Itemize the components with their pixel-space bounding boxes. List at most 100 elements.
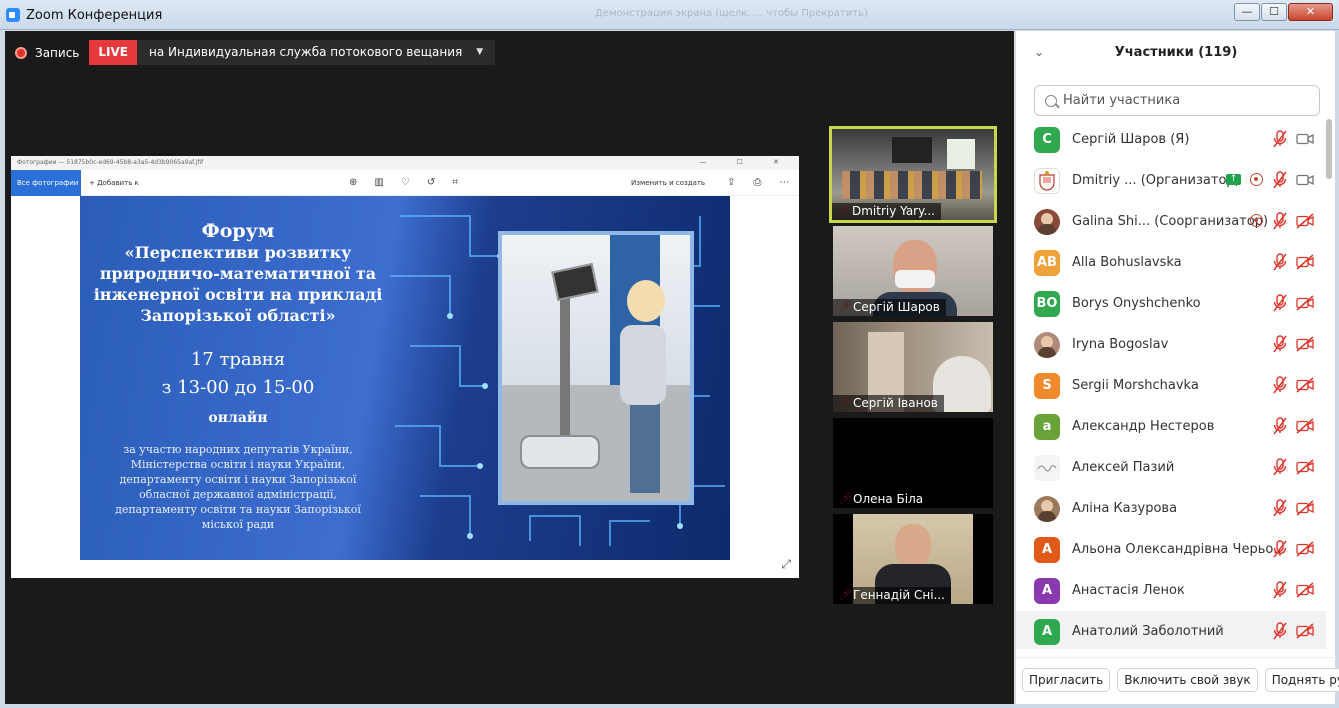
participant-name: Alla Bohuslavska	[1072, 255, 1182, 270]
video-off-icon[interactable]	[1296, 254, 1314, 270]
rotate-icon: ↺	[426, 177, 436, 188]
participant-row[interactable]: А Анастасія Ленок	[1016, 570, 1326, 611]
video-tile-name: Dmitriy Yary...	[832, 203, 941, 220]
mic-muted-icon[interactable]	[1272, 622, 1288, 640]
slide-heading: Форум	[201, 220, 275, 242]
search-input[interactable]	[1063, 93, 1303, 108]
participants-title: Участники (119)	[1114, 45, 1238, 60]
participant-row[interactable]: А Анатолий Заболотний	[1016, 611, 1326, 649]
viewer-titlebar: Фотографии — 51875b0c-ed69-45b8-a3a5-4d3…	[11, 156, 799, 170]
minimize-button[interactable]: —	[1234, 3, 1260, 21]
video-off-icon[interactable]	[1296, 459, 1314, 475]
participant-name: Алексей Пазий	[1072, 460, 1175, 475]
video-off-icon[interactable]	[1296, 500, 1314, 516]
viewer-tool-icons: ⊕ ▥ ♡ ↺ ⌗	[349, 177, 458, 188]
mic-muted-icon[interactable]	[1272, 130, 1288, 148]
participant-name: Аліна Казурова	[1072, 501, 1178, 516]
mic-muted-icon[interactable]	[1272, 335, 1288, 353]
all-photos-button: Все фотографии	[11, 170, 81, 196]
video-icon[interactable]	[1296, 131, 1314, 147]
video-off-icon[interactable]	[1296, 213, 1314, 229]
print-icon: ⎙	[753, 177, 762, 188]
window-titlebar: Zoom Конференция Демонстрация экрана (ще…	[0, 0, 1339, 30]
participant-row[interactable]: Аліна Казурова	[1016, 488, 1326, 529]
avatar: С	[1034, 127, 1060, 153]
slide-desc-line: міської ради	[201, 518, 275, 531]
avatar	[1034, 455, 1060, 481]
avatar	[1034, 168, 1060, 194]
participant-row[interactable]: BO Borys Onyshchenko	[1016, 283, 1326, 324]
expand-icon: ⤢	[781, 557, 791, 571]
recording-icon	[1250, 214, 1263, 227]
mic-muted-icon[interactable]	[1272, 499, 1288, 517]
video-off-icon[interactable]	[1296, 582, 1314, 598]
participant-row[interactable]: Iryna Bogoslav	[1016, 324, 1326, 365]
participant-name: Альона Олександрівна Черьо...	[1072, 542, 1286, 557]
participant-search[interactable]	[1034, 85, 1320, 116]
slide-topic-line: «Перспективи розвитку	[124, 243, 352, 262]
search-icon	[1045, 94, 1057, 107]
video-off-icon[interactable]	[1296, 418, 1314, 434]
maximize-button[interactable]: ☐	[1261, 3, 1287, 21]
participants-panel: ⌄ Участники (119) С Сергій Шаров (Я) Dmitr…	[1015, 31, 1339, 704]
participant-name: Анастасія Ленок	[1072, 583, 1185, 598]
unmute-button[interactable]: Включить свой звук	[1117, 668, 1258, 692]
avatar: А	[1034, 578, 1060, 604]
slide-topic-line: інженерної освіти на прикладі	[93, 285, 383, 304]
window-title: Zoom Конференция	[26, 8, 163, 23]
mic-muted-icon[interactable]	[1272, 458, 1288, 476]
record-icon[interactable]	[15, 46, 27, 59]
stream-target-label: на Индивидуальная служба потокового веща…	[148, 45, 463, 59]
video-off-icon[interactable]	[1296, 623, 1314, 639]
participant-row[interactable]: S Sergii Morshchavka	[1016, 365, 1326, 406]
mic-muted-icon[interactable]	[1272, 376, 1288, 394]
participant-name: Galina Shi... (Соорганизатор)	[1072, 214, 1269, 229]
video-tile-name: Олена Біла	[833, 491, 930, 508]
video-icon[interactable]	[1296, 172, 1314, 188]
participant-row[interactable]: С Сергій Шаров (Я)	[1016, 119, 1326, 160]
video-tile[interactable]: 🎤︎ Сергій Іванов	[833, 322, 993, 412]
participant-row[interactable]: Алексей Пазий	[1016, 447, 1326, 488]
slide-mode: онлайн	[208, 410, 268, 426]
participant-name: Iryna Bogoslav	[1072, 337, 1169, 352]
video-tile[interactable]: 🎤︎ Олена Біла	[833, 418, 993, 508]
scrollbar[interactable]	[1326, 119, 1332, 179]
mic-muted-icon[interactable]	[1272, 294, 1288, 312]
participant-name: Sergii Morshchavka	[1072, 378, 1199, 393]
avatar: BO	[1034, 291, 1060, 317]
video-off-icon[interactable]	[1296, 377, 1314, 393]
mic-muted-icon[interactable]	[1272, 540, 1288, 558]
mic-muted-icon[interactable]	[1272, 253, 1288, 271]
mic-muted-icon[interactable]	[1272, 581, 1288, 599]
video-tile[interactable]: 🎤︎ Сергій Шаров	[833, 226, 993, 316]
viewer-window-controls: — ☐ ✕	[699, 158, 793, 166]
mic-muted-icon[interactable]	[1272, 171, 1288, 189]
video-tile-active[interactable]: 🎤︎ Dmitriy Yary...	[829, 126, 997, 223]
mic-muted-icon[interactable]	[1272, 417, 1288, 435]
participant-row[interactable]: а Александр Нестеров	[1016, 406, 1326, 447]
zoom-icon: ⊕	[349, 177, 358, 188]
forum-slide: Форум «Перспективи розвитку природничо-м…	[80, 196, 730, 560]
stream-target-dropdown[interactable]: на Индивидуальная служба потокового веща…	[136, 40, 496, 65]
slide-desc-line: обласної державної адміністрації,	[139, 488, 337, 501]
video-tile-name: Геннадій Сні...	[833, 587, 951, 604]
invite-button[interactable]: Пригласить	[1022, 668, 1111, 692]
participant-row[interactable]: А Альона Олександрівна Черьо...	[1016, 529, 1326, 570]
participant-row[interactable]: AB Alla Bohuslavska	[1016, 242, 1326, 283]
participant-row[interactable]: Galina Shi... (Соорганизатор)	[1016, 201, 1326, 242]
heart-icon: ♡	[400, 177, 410, 188]
chevron-down-icon: ▼	[476, 47, 484, 57]
video-off-icon[interactable]	[1296, 541, 1314, 557]
panel-header: ⌄ Участники (119)	[1016, 31, 1335, 75]
video-off-icon[interactable]	[1296, 295, 1314, 311]
zoom-app-icon	[6, 8, 20, 22]
raise-hand-button[interactable]: Поднять руку	[1264, 668, 1339, 692]
slide-desc-line: за участю народних депутатів України,	[123, 443, 353, 456]
record-label[interactable]: Запись	[35, 46, 79, 60]
close-button[interactable]: ✕	[1288, 3, 1333, 21]
video-off-icon[interactable]	[1296, 336, 1314, 352]
slide-desc-line: департаменту освіти і науки Запорізької	[119, 473, 357, 486]
participant-row[interactable]: Dmitriy ... (Организатор) ↑	[1016, 160, 1326, 201]
video-tile[interactable]: 🎤︎ Геннадій Сні...	[833, 514, 993, 604]
mic-muted-icon[interactable]	[1272, 212, 1288, 230]
